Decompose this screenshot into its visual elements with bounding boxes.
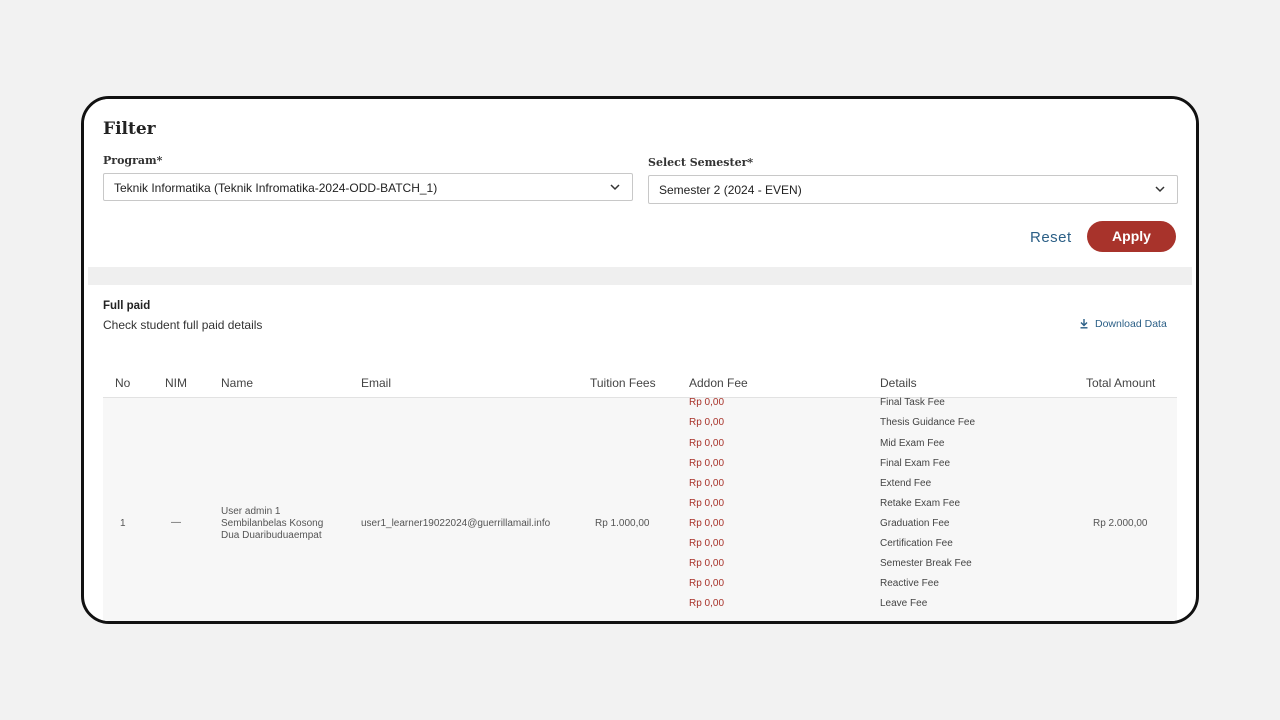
addon-fee-amount: Rp 0,00 <box>689 438 725 449</box>
column-header-addon: Addon Fee <box>689 376 748 390</box>
addon-fee-amount: Rp 0,00 <box>689 598 725 609</box>
fee-detail-name: Certification Fee <box>880 538 953 549</box>
program-select-value: Teknik Informatika (Teknik Infromatika-2… <box>114 181 438 195</box>
cell-total: Rp 2.000,00 <box>1093 518 1148 529</box>
name-line: User admin 1 <box>221 506 281 517</box>
column-header-tuition: Tuition Fees <box>590 376 656 390</box>
program-label: Program* <box>103 154 163 167</box>
cell-name: User admin 1 Sembilanbelas Kosong Dua Du… <box>221 506 323 542</box>
download-icon <box>1080 319 1088 329</box>
section-divider <box>88 267 1192 285</box>
column-header-nim: NIM <box>165 376 187 390</box>
semester-select[interactable]: Semester 2 (2024 - EVEN) <box>648 175 1178 204</box>
table-row: 1 — User admin 1 Sembilanbelas Kosong Du… <box>103 397 1177 621</box>
download-data-link[interactable]: Download Data <box>1079 318 1167 330</box>
fee-detail-name: Graduation Fee <box>880 518 950 529</box>
column-header-details: Details <box>880 376 917 390</box>
full-paid-section: Full paid Check student full paid detail… <box>88 285 1192 621</box>
fee-detail-name: Final Task Fee <box>880 397 945 408</box>
semester-select-value: Semester 2 (2024 - EVEN) <box>659 183 802 197</box>
fee-detail-name: Mid Exam Fee <box>880 438 945 449</box>
fee-detail-name: Leave Fee <box>880 598 928 609</box>
chevron-down-icon <box>1155 186 1165 193</box>
addon-fee-amount: Rp 0,00 <box>689 417 725 428</box>
fee-detail-name: Retake Exam Fee <box>880 498 961 509</box>
addon-fee-amount: Rp 0,00 <box>689 478 725 489</box>
cell-tuition: Rp 1.000,00 <box>595 518 650 529</box>
column-header-no: No <box>115 376 131 390</box>
addon-fee-amount: Rp 0,00 <box>689 558 725 569</box>
addon-fee-amount: Rp 0,00 <box>689 518 725 529</box>
addon-fee-amount: Rp 0,00 <box>689 397 725 408</box>
content-frame: Filter Program* Teknik Informatika (Tekn… <box>81 96 1199 624</box>
addon-fee-amount: Rp 0,00 <box>689 498 725 509</box>
fee-detail-name: Reactive Fee <box>880 578 939 589</box>
download-data-label: Download Data <box>1095 318 1167 330</box>
fee-detail-name: Thesis Guidance Fee <box>880 417 976 428</box>
filter-title: Filter <box>103 119 156 139</box>
name-line: Sembilanbelas Kosong <box>221 518 324 529</box>
fee-detail-name: Final Exam Fee <box>880 458 951 469</box>
cell-nim: — <box>171 517 181 528</box>
name-line: Dua Duaribuduaempat <box>221 530 322 541</box>
program-select[interactable]: Teknik Informatika (Teknik Infromatika-2… <box>103 173 633 201</box>
fee-detail-name: Semester Break Fee <box>880 558 972 569</box>
cell-no: 1 <box>120 518 126 529</box>
addon-fee-amount: Rp 0,00 <box>689 458 725 469</box>
column-header-total: Total Amount <box>1086 376 1156 390</box>
column-header-email: Email <box>361 376 392 390</box>
section-subtitle: Check student full paid details <box>103 318 263 332</box>
apply-button[interactable]: Apply <box>1087 221 1176 252</box>
addon-fee-amount: Rp 0,00 <box>689 578 725 589</box>
reset-button[interactable]: Reset <box>1030 229 1072 246</box>
table-header: No NIM Name Email Tuition Fees Addon Fee… <box>103 373 1177 398</box>
fee-detail-name: Extend Fee <box>880 478 932 489</box>
section-title: Full paid <box>103 300 151 312</box>
cell-email: user1_learner19022024@guerrillamail.info <box>361 518 551 529</box>
chevron-down-icon <box>610 184 620 191</box>
column-header-name: Name <box>221 376 254 390</box>
addon-fee-amount: Rp 0,00 <box>689 538 725 549</box>
filter-panel: Filter Program* Teknik Informatika (Tekn… <box>84 99 1196 267</box>
semester-label: Select Semester* <box>648 156 754 169</box>
